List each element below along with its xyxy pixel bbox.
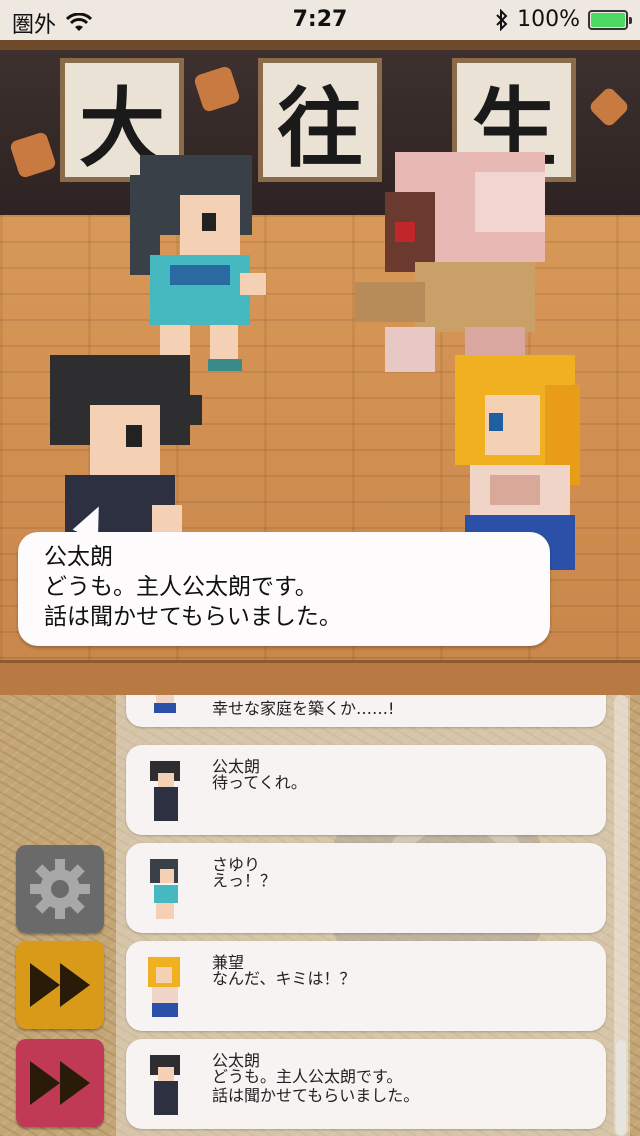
log-entry: 幸せな家庭を築くか……! [126, 695, 606, 727]
kotaro-avatar [150, 761, 180, 821]
wall-beam [0, 40, 640, 50]
floor-edge [0, 660, 640, 695]
log-entry-text: えっ！？ [212, 871, 277, 890]
skip-icon [30, 1061, 90, 1105]
status-bar: 圏外 7:27 100% [0, 0, 640, 40]
fast-forward-button[interactable] [16, 941, 104, 1029]
fast-forward-icon [30, 963, 90, 1007]
log-entry-text: どうも。主人公太朗です。 話は聞かせてもらいました。 [212, 1067, 420, 1105]
log-entry-text: 幸せな家庭を築くか……! [212, 699, 395, 718]
kenbo-avatar [148, 957, 180, 1017]
log-entry: 公太朗 待ってくれ。 [126, 745, 606, 835]
log-entry-text: なんだ、キミは！？ [212, 969, 356, 988]
battery-icon [588, 9, 632, 30]
log-scroll-thumb[interactable] [616, 1040, 626, 1135]
log-entry: 兼望 なんだ、キミは！？ [126, 941, 606, 1031]
dialog-box[interactable]: 公太朗 どうも。主人公太朗です。 話は聞かせてもらいました。 [18, 532, 550, 646]
skip-button[interactable] [16, 1039, 104, 1127]
decor-tile [587, 85, 631, 129]
battery-level [591, 12, 625, 27]
log-entry: さゆり えっ！？ [126, 843, 606, 933]
kenbo-avatar [154, 695, 176, 713]
log-panel: 幸せな家庭を築くか……! 公太朗 待ってくれ。 さゆり えっ！？ 兼望 なんだ、… [0, 695, 640, 1136]
battery-percent: 100% [517, 7, 580, 32]
message-log[interactable]: 幸せな家庭を築くか……! 公太朗 待ってくれ。 さゆり えっ！？ 兼望 なんだ、… [116, 695, 630, 1136]
kotaro-avatar [150, 1055, 180, 1115]
dialog-speaker: 公太朗 [44, 544, 113, 570]
log-entry-text: 待ってくれ。 [212, 773, 307, 792]
dialog-line: どうも。主人公太朗です。 [44, 574, 318, 600]
decor-tile [9, 131, 57, 179]
sayuri-sprite [130, 155, 266, 371]
settings-button[interactable] [16, 845, 104, 933]
bluetooth-icon [496, 8, 508, 31]
dialog-line: 話は聞かせてもらいました。 [44, 604, 342, 630]
sayuri-avatar [150, 859, 178, 919]
gear-icon [30, 859, 90, 919]
log-entry: 公太朗 どうも。主人公太朗です。 話は聞かせてもらいました。 [126, 1039, 606, 1129]
monster-sprite [355, 152, 545, 372]
decor-tile [193, 65, 241, 113]
